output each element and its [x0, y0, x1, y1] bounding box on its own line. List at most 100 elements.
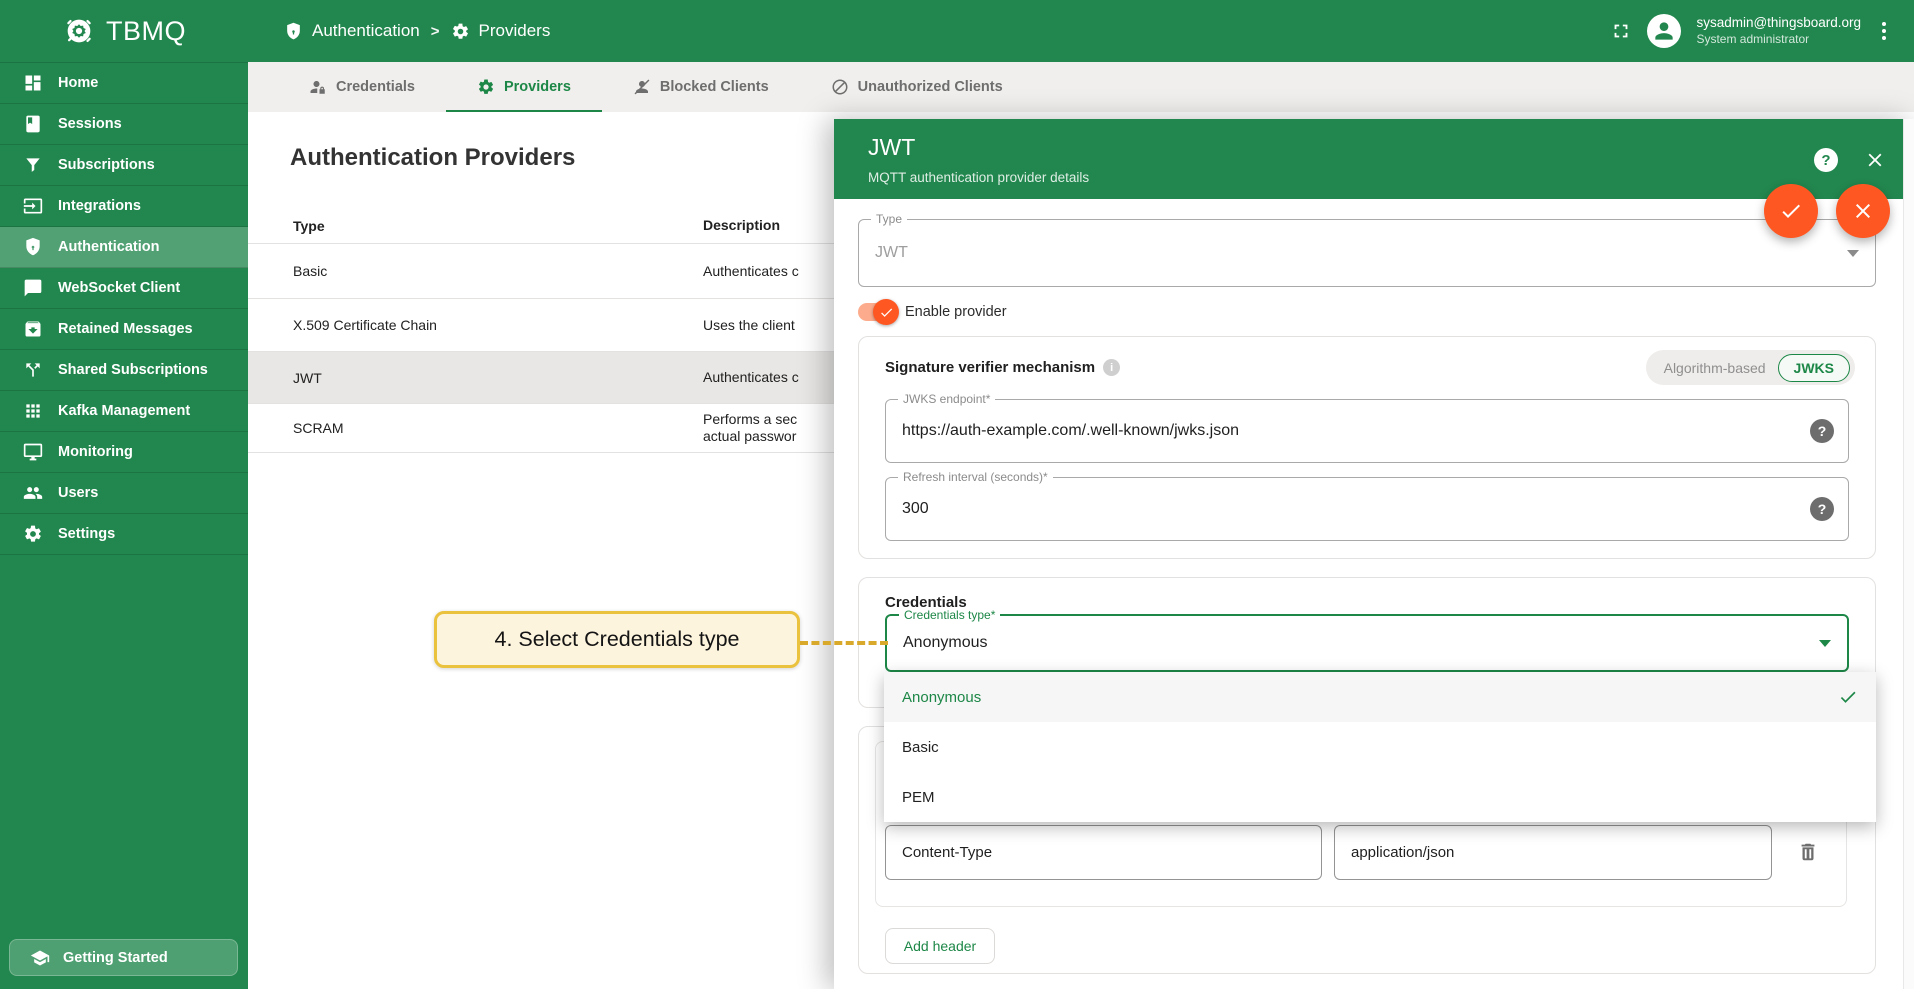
user-role: System administrator	[1696, 31, 1810, 46]
breadcrumb-separator: >	[430, 22, 440, 40]
field-label: Type	[871, 212, 908, 226]
check-icon	[1838, 687, 1858, 707]
breadcrumb-providers[interactable]: Providers	[451, 21, 550, 41]
chat-icon	[23, 278, 43, 298]
person-block-icon	[633, 78, 651, 96]
field-value: JWT	[875, 244, 908, 261]
gear-icon	[451, 22, 470, 41]
sessions-icon	[23, 114, 43, 134]
archive-icon	[23, 319, 43, 339]
enable-provider-toggle[interactable]	[858, 299, 899, 325]
sidebar-item-kafka-management[interactable]: Kafka Management	[0, 391, 248, 432]
fullscreen-icon[interactable]	[1610, 20, 1632, 42]
jwt-details-drawer: JWT MQTT authentication provider details…	[834, 119, 1914, 989]
option-anonymous[interactable]: Anonymous	[884, 672, 1876, 722]
top-bar: TBMQ Authentication > Providers sysadmin…	[0, 0, 1914, 62]
verifier-toggle-group: Algorithm-based JWKS	[1645, 350, 1855, 385]
enable-provider-label: Enable provider	[905, 304, 1007, 320]
signature-section-title: Signature verifier mechanism i	[885, 359, 1121, 376]
avatar[interactable]	[1647, 14, 1682, 48]
close-icon	[1851, 199, 1875, 223]
people-icon	[23, 483, 43, 503]
field-value: 300	[902, 500, 929, 517]
app-logo-text: TBMQ	[106, 15, 186, 46]
jwks-endpoint-field[interactable]: JWKS endpoint* https://auth-example.com/…	[885, 392, 1849, 463]
jwks-option[interactable]: JWKS	[1777, 353, 1850, 382]
apply-button[interactable]	[1764, 184, 1818, 238]
user-info: sysadmin@thingsboard.org System administ…	[1696, 14, 1861, 47]
split-icon	[23, 360, 43, 380]
breadcrumb-authentication[interactable]: Authentication	[284, 21, 420, 41]
page-title: Authentication Providers	[290, 144, 576, 171]
sidebar-item-sessions[interactable]: Sessions	[0, 104, 248, 145]
drawer-header: JWT MQTT authentication provider details	[834, 119, 1914, 199]
help-icon[interactable]: ?	[1810, 419, 1834, 443]
filter-icon	[23, 155, 43, 175]
shield-icon	[23, 237, 43, 257]
add-header-button[interactable]: Add header	[885, 928, 995, 964]
column-header-type[interactable]: Type	[248, 218, 703, 234]
apps-grid-icon	[23, 401, 43, 421]
tab-blocked-clients[interactable]: Blocked Clients	[602, 62, 800, 112]
help-icon[interactable]: ?	[1810, 497, 1834, 521]
monitor-icon	[23, 442, 43, 462]
topbar-actions: sysadmin@thingsboard.org System administ…	[1610, 14, 1914, 48]
sidebar-item-home[interactable]: Home	[0, 63, 248, 104]
algorithm-based-option[interactable]: Algorithm-based	[1664, 360, 1766, 376]
breadcrumb: Authentication > Providers	[284, 21, 550, 41]
sidebar-item-monitoring[interactable]: Monitoring	[0, 432, 248, 473]
sidebar-item-subscriptions[interactable]: Subscriptions	[0, 145, 248, 186]
check-icon	[1779, 199, 1803, 223]
drawer-subtitle: MQTT authentication provider details	[868, 170, 1090, 185]
sidebar-item-settings[interactable]: Settings	[0, 514, 248, 555]
header-key-input[interactable]: Content-Type	[885, 825, 1322, 880]
gear-icon	[477, 78, 495, 96]
drawer-title: JWT	[868, 134, 916, 160]
enable-provider-row: Enable provider	[858, 299, 1007, 325]
callout-connector-line	[800, 641, 888, 645]
field-value: Anonymous	[903, 634, 988, 651]
school-cap-icon	[30, 948, 50, 968]
sidebar-item-users[interactable]: Users	[0, 473, 248, 514]
drawer-scrollbar[interactable]	[1903, 119, 1914, 989]
discard-button[interactable]	[1836, 184, 1890, 238]
field-value: https://auth-example.com/.well-known/jwk…	[902, 422, 1240, 439]
getting-started-button[interactable]: Getting Started	[9, 939, 238, 976]
tab-bar: Credentials Providers Blocked Clients Un…	[248, 62, 1914, 112]
credentials-type-select[interactable]: Credentials type* Anonymous	[885, 608, 1849, 672]
person-icon	[1651, 18, 1677, 44]
shield-icon	[284, 22, 303, 41]
header-value-input[interactable]: application/json	[1334, 825, 1772, 880]
tab-unauthorized-clients[interactable]: Unauthorized Clients	[800, 62, 1034, 112]
option-basic[interactable]: Basic	[884, 722, 1876, 772]
help-icon[interactable]: ?	[1814, 148, 1838, 172]
credentials-type-dropdown: Anonymous Basic PEM	[884, 672, 1876, 822]
provider-type-select[interactable]: Type JWT	[858, 212, 1876, 287]
input-icon	[23, 196, 43, 216]
sidebar-item-authentication[interactable]: Authentication	[0, 227, 248, 268]
field-label: JWKS endpoint*	[898, 392, 996, 406]
refresh-interval-field[interactable]: Refresh interval (seconds)* 300 ?	[885, 470, 1849, 541]
breadcrumb-label: Authentication	[312, 21, 420, 40]
signature-verifier-card: Signature verifier mechanism i Algorithm…	[858, 336, 1876, 559]
sidebar-item-shared-subscriptions[interactable]: Shared Subscriptions	[0, 350, 248, 391]
tab-providers[interactable]: Providers	[445, 62, 602, 112]
check-icon	[879, 305, 894, 320]
delete-header-icon[interactable]	[1797, 841, 1819, 863]
person-lock-icon	[309, 78, 327, 96]
gear-icon	[23, 524, 43, 544]
sidebar-item-integrations[interactable]: Integrations	[0, 186, 248, 227]
app-logo[interactable]: TBMQ	[0, 14, 248, 48]
close-icon[interactable]	[1864, 149, 1886, 171]
dashboard-icon	[23, 73, 43, 93]
more-menu-icon[interactable]	[1876, 18, 1892, 44]
user-email: sysadmin@thingsboard.org	[1696, 15, 1861, 31]
option-pem[interactable]: PEM	[884, 772, 1876, 822]
chevron-down-icon	[1819, 640, 1831, 647]
field-label: Refresh interval (seconds)*	[898, 470, 1053, 484]
tab-credentials[interactable]: Credentials	[278, 62, 446, 112]
sidebar-item-retained-messages[interactable]: Retained Messages	[0, 309, 248, 350]
sidebar-item-websocket-client[interactable]: WebSocket Client	[0, 268, 248, 309]
tutorial-callout: 4. Select Credentials type	[434, 611, 800, 668]
info-icon: i	[1103, 359, 1121, 376]
